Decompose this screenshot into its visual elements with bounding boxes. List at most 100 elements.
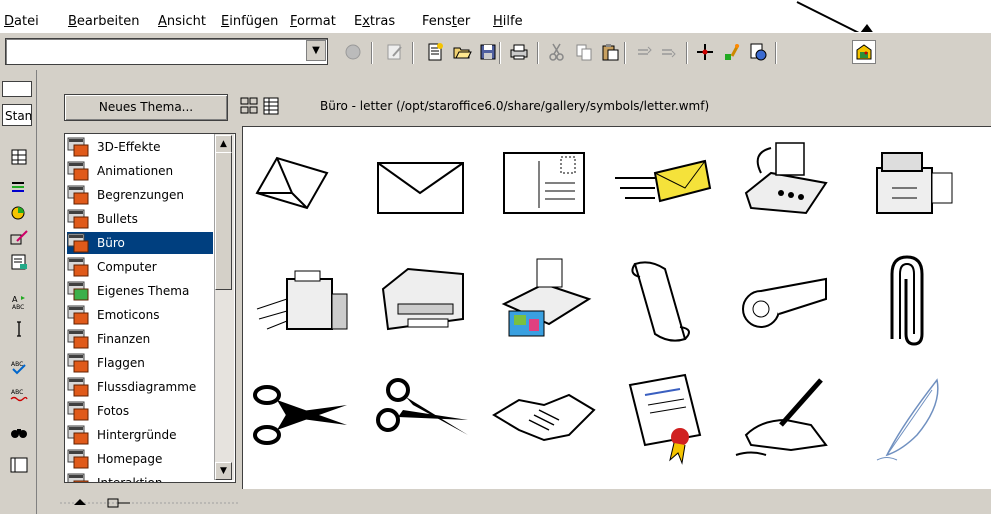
theme-item[interactable]: Büro <box>67 232 213 254</box>
paste-icon[interactable] <box>598 40 622 64</box>
text-animation-icon[interactable]: A ABC <box>8 291 30 313</box>
theme-folder-icon <box>67 329 89 349</box>
menu-datei[interactable]: Datei <box>4 14 39 29</box>
svg-text:ABC: ABC <box>11 389 23 396</box>
menu-bearbeiten[interactable]: Bearbeiten <box>68 14 139 29</box>
theme-label: Animationen <box>97 164 174 178</box>
insert-table-icon[interactable] <box>8 146 30 168</box>
theme-item[interactable]: Homepage <box>67 448 213 470</box>
icon-view-icon[interactable] <box>240 97 258 114</box>
folded-letter-icon[interactable] <box>247 133 357 233</box>
rolled-paper-icon[interactable] <box>731 249 841 349</box>
spellcheck-icon[interactable]: ABC <box>8 356 30 378</box>
url-input[interactable] <box>8 40 302 63</box>
handshake-icon[interactable] <box>489 365 599 465</box>
insert-fields-icon[interactable] <box>8 176 30 198</box>
theme-item[interactable]: Begrenzungen <box>67 184 213 206</box>
auto-spellcheck-icon[interactable]: ABC <box>8 384 30 406</box>
theme-label: Emoticons <box>97 308 160 322</box>
theme-folder-icon <box>67 353 89 373</box>
cut-icon[interactable] <box>545 40 569 64</box>
shredder-icon[interactable] <box>247 249 357 349</box>
draw-functions-icon[interactable] <box>8 226 30 248</box>
theme-folder-icon <box>67 305 89 325</box>
laser-printer-icon[interactable] <box>368 249 478 349</box>
paper-clip-icon[interactable] <box>852 249 962 349</box>
theme-item[interactable]: Finanzen <box>67 328 213 350</box>
menu-format[interactable]: Format <box>290 14 336 29</box>
stop-icon[interactable] <box>341 40 365 64</box>
text-cursor-icon[interactable] <box>8 318 30 340</box>
navigator-panel-icon[interactable] <box>8 454 30 476</box>
scroll-up-button[interactable]: ▲ <box>215 135 232 153</box>
theme-folder-icon <box>67 401 89 421</box>
stylist-icon[interactable] <box>720 40 744 64</box>
theme-label: Homepage <box>97 452 163 466</box>
envelope-icon[interactable] <box>368 133 478 233</box>
menu-hilfe[interactable]: Hilfe <box>493 14 523 29</box>
url-dropdown-button[interactable]: ▼ <box>306 40 326 61</box>
open-icon[interactable] <box>450 40 474 64</box>
fax-machine-icon[interactable] <box>731 133 841 233</box>
theme-item[interactable]: Eigenes Thema <box>67 280 213 302</box>
theme-item[interactable]: 3D-Effekte <box>67 136 213 158</box>
flying-letter-icon[interactable] <box>610 133 720 233</box>
theme-folder-icon <box>67 449 89 469</box>
redo-icon[interactable] <box>656 40 680 64</box>
theme-item[interactable]: Hintergründe <box>67 424 213 446</box>
save-icon[interactable] <box>476 40 500 64</box>
theme-label: Hintergründe <box>97 428 177 442</box>
copy-icon[interactable] <box>572 40 596 64</box>
gallery-preview-area[interactable] <box>242 126 991 489</box>
theme-label: Begrenzungen <box>97 188 185 202</box>
menu-fenster[interactable]: Fenster <box>422 14 470 29</box>
menu-extras[interactable]: Extras <box>354 14 395 29</box>
url-combobox[interactable]: ▼ <box>5 38 328 65</box>
data-sources-icon[interactable] <box>746 40 770 64</box>
insert-chart-icon[interactable] <box>8 201 30 223</box>
writing-hand-icon[interactable] <box>731 365 841 465</box>
edit-icon[interactable] <box>383 40 407 64</box>
copier-icon[interactable] <box>852 133 962 233</box>
theme-label: Fotos <box>97 404 130 418</box>
new-theme-button[interactable]: Neues Thema... <box>64 94 228 121</box>
theme-label: Eigenes Thema <box>97 284 190 298</box>
theme-item[interactable]: Animationen <box>67 160 213 182</box>
certificate-icon[interactable] <box>610 365 720 465</box>
theme-item[interactable]: Fotos <box>67 400 213 422</box>
scissors-large-icon[interactable] <box>247 365 357 465</box>
postcard-icon[interactable] <box>489 133 599 233</box>
menu-ansicht[interactable]: Ansicht <box>158 14 206 29</box>
panel-splitter[interactable] <box>60 493 240 513</box>
scroll-down-button[interactable]: ▼ <box>215 462 232 480</box>
theme-item[interactable]: Flaggen <box>67 352 213 374</box>
scissors-small-icon[interactable] <box>368 365 478 465</box>
paragraph-style-box-top[interactable] <box>2 81 32 97</box>
theme-list[interactable]: 3D-Effekte Animationen Begrenzungen Bullets… <box>64 133 236 483</box>
theme-folder-icon <box>67 185 89 205</box>
print-icon[interactable] <box>507 40 531 64</box>
theme-folder-icon <box>67 233 89 253</box>
scroll-paper-icon[interactable] <box>610 249 720 349</box>
theme-item[interactable]: Bullets <box>67 208 213 230</box>
gallery-path-label: Büro - letter (/opt/staroffice6.0/share/… <box>320 99 710 113</box>
theme-folder-icon <box>67 425 89 445</box>
scroll-thumb[interactable] <box>215 152 232 290</box>
theme-label: Flaggen <box>97 356 145 370</box>
find-replace-icon[interactable] <box>8 421 30 443</box>
theme-item[interactable]: Emoticons <box>67 304 213 326</box>
undo-icon[interactable] <box>632 40 656 64</box>
form-functions-icon[interactable] <box>8 251 30 273</box>
inkjet-printer-icon[interactable] <box>489 249 599 349</box>
menu-einfuegen[interactable]: Einfügen <box>221 14 278 29</box>
theme-item[interactable]: Computer <box>67 256 213 278</box>
detail-view-icon[interactable] <box>263 97 279 115</box>
theme-item[interactable]: Flussdiagramme <box>67 376 213 398</box>
quill-feather-icon[interactable] <box>852 365 962 465</box>
theme-label: Flussdiagramme <box>97 380 197 394</box>
new-doc-icon[interactable] <box>423 40 447 64</box>
theme-item[interactable]: Interaktion <box>67 472 213 482</box>
paragraph-style-combobox[interactable]: Stan <box>2 104 32 126</box>
navigator-icon[interactable] <box>693 40 717 64</box>
gallery-icon[interactable] <box>852 40 876 64</box>
